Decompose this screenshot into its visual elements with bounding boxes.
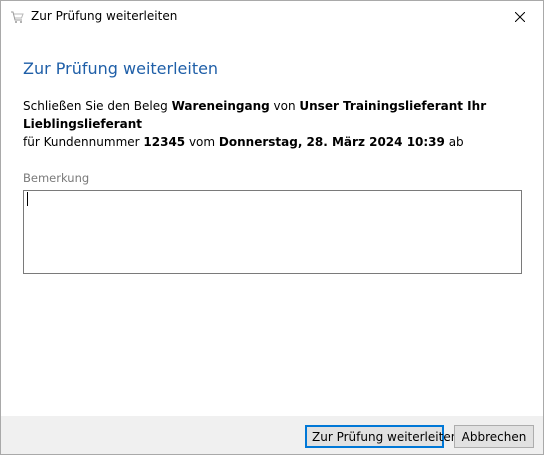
remark-input[interactable] [23,190,522,274]
document-date: Donnerstag, 28. März 2024 10:39 [218,135,445,149]
window-title: Zur Prüfung weiterleiten [31,9,178,23]
desc-text-3: für Kundennummer [23,135,144,149]
close-button[interactable] [497,1,543,31]
dialog-window: Zur Prüfung weiterleiten Zur Prüfung wei… [0,0,544,455]
customer-number: 12345 [143,135,186,149]
cart-icon [10,9,24,23]
desc-text-5: ab [444,135,464,149]
dialog-description: Schließen Sie den Beleg Wareneingang von… [23,97,523,151]
text-caret [27,192,28,206]
desc-text-2: von [269,99,300,113]
desc-text-4: vom [185,135,219,149]
dialog-heading: Zur Prüfung weiterleiten [23,59,219,78]
document-type: Wareneingang [171,99,270,113]
close-icon [514,7,526,26]
desc-text-1: Schließen Sie den Beleg [23,99,172,113]
remark-label: Bemerkung [23,171,90,185]
title-bar: Zur Prüfung weiterleiten [1,1,543,31]
button-bar: Zur Prüfung weiterleiten Abbrechen [1,416,543,454]
submit-review-button[interactable]: Zur Prüfung weiterleiten [305,425,458,448]
cancel-button[interactable]: Abbrechen [454,425,534,448]
